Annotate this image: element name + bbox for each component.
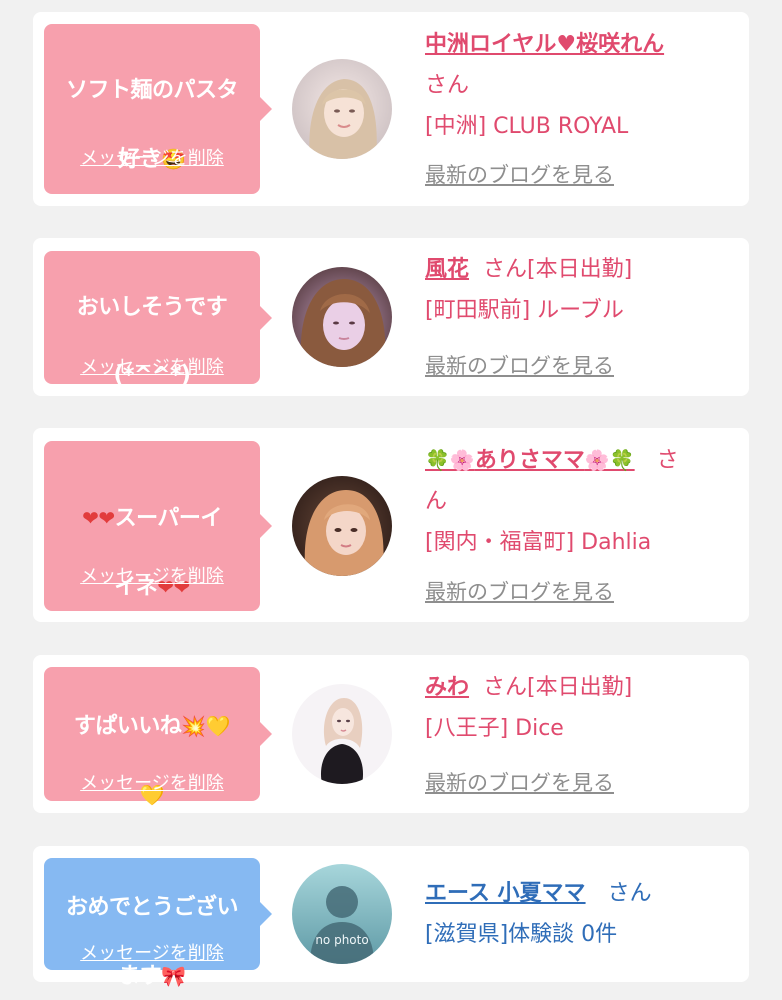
cast-name-link[interactable]: エース 小夏ママ (425, 881, 586, 906)
cast-info: エース 小夏ママ さん [滋賀県]体験談 0件 (425, 873, 739, 955)
message-line: すぱいいね (73, 714, 182, 739)
honorific: さ (656, 448, 679, 473)
message-line: おめでとうござい (65, 895, 239, 920)
delete-message-link[interactable]: メッセージを削除 (44, 565, 260, 589)
honorific-cont: ん (425, 489, 448, 514)
latest-blog-link[interactable]: 最新のブログを見る (425, 352, 614, 380)
cast-name-link[interactable]: 風花 (425, 257, 469, 282)
shop-label: [中洲] CLUB ROYAL (425, 114, 629, 139)
message-line: スーパーイ (114, 506, 223, 531)
shop-label: [町田駅前] ルーブル (425, 298, 624, 323)
message-bubble: ❤❤スーパーイ イネ❤❤ メッセージを削除 (44, 441, 272, 611)
delete-message-link[interactable]: メッセージを削除 (44, 147, 260, 171)
message-text: おめでとうござい ます🎀 (52, 857, 252, 994)
message-card: おめでとうござい ます🎀 メッセージを削除 no photo エース 小夏ママさ… (33, 846, 749, 989)
shop-label: [八王子] Dice (425, 716, 564, 741)
message-line: おいしそうです (76, 295, 228, 320)
delete-message-link[interactable]: メッセージを削除 (44, 356, 260, 380)
collision-icon: 💥 (181, 714, 206, 738)
cast-info: 中洲ロイヤル♥桜咲れん さん [中洲] CLUB ROYAL (425, 24, 739, 147)
cast-name: ありさママ (474, 448, 585, 473)
red-heart-icon: ❤❤ (82, 506, 115, 530)
shop-label: [関内・福富町] Dahlia (425, 530, 652, 555)
message-card: ❤❤スーパーイ イネ❤❤ メッセージを削除 🍀🌸ありさママ🌸🍀 さ ん [関内・… (33, 428, 749, 622)
avatar-no-photo[interactable]: no photo (292, 864, 392, 964)
clover-blossom-icon: 🍀🌸 (425, 448, 475, 472)
honorific: さん[本日出勤] (483, 675, 633, 700)
avatar[interactable] (292, 684, 392, 784)
ribbon-icon: 🎀 (161, 964, 186, 988)
latest-blog-link[interactable]: 最新のブログを見る (425, 161, 614, 189)
cast-info: みわ さん[本日出勤] [八王子] Dice (425, 667, 739, 749)
cast-name-link[interactable]: 🍀🌸ありさママ🌸🍀 (425, 448, 635, 473)
cast-info: 🍀🌸ありさママ🌸🍀 さ ん [関内・福富町] Dahlia (425, 440, 739, 563)
delete-message-link[interactable]: メッセージを削除 (44, 772, 260, 796)
avatar[interactable] (292, 476, 392, 576)
cast-name-link[interactable]: 中洲ロイヤル♥桜咲れん (425, 32, 664, 57)
delete-message-link[interactable]: メッセージを削除 (44, 942, 260, 966)
message-bubble: おめでとうござい ます🎀 メッセージを削除 (44, 858, 272, 989)
shop-label: [滋賀県]体験談 0件 (425, 922, 618, 947)
honorific: さん (425, 73, 470, 98)
message-line: ソフト麺のパスタ (65, 78, 239, 103)
message-card: おいしそうです (*^^*) メッセージを削除 風花 さん[本日出勤] [町田駅前… (33, 238, 749, 396)
latest-blog-link[interactable]: 最新のブログを見る (425, 769, 614, 797)
blossom-clover-icon: 🌸🍀 (584, 448, 635, 472)
message-line: ます (118, 964, 162, 989)
yellow-heart-icon: 💛 (205, 714, 231, 738)
message-bubble: おいしそうです (*^^*) メッセージを削除 (44, 251, 272, 388)
cast-name-link[interactable]: みわ (425, 675, 469, 700)
no-photo-text: no photo (315, 933, 369, 947)
honorific: さん[本日出勤] (483, 257, 633, 282)
avatar[interactable] (292, 59, 392, 159)
honorific: さん (607, 881, 652, 906)
cast-info: 風花 さん[本日出勤] [町田駅前] ルーブル (425, 249, 739, 331)
latest-blog-link[interactable]: 最新のブログを見る (425, 578, 614, 606)
message-bubble: ソフト麺のパスタ 好き🤩 メッセージを削除 (44, 24, 272, 194)
message-bubble: すぱいいね💥💛 💛 メッセージを削除 (44, 667, 272, 807)
message-card: すぱいいね💥💛 💛 メッセージを削除 みわ さん[本日出勤] [八王子] Dice… (33, 655, 749, 813)
message-card: ソフト麺のパスタ 好き🤩 メッセージを削除 中洲ロイヤル♥桜咲れん さん [中洲… (33, 12, 749, 206)
no-photo-placeholder-icon (292, 864, 392, 964)
avatar[interactable] (292, 267, 392, 367)
